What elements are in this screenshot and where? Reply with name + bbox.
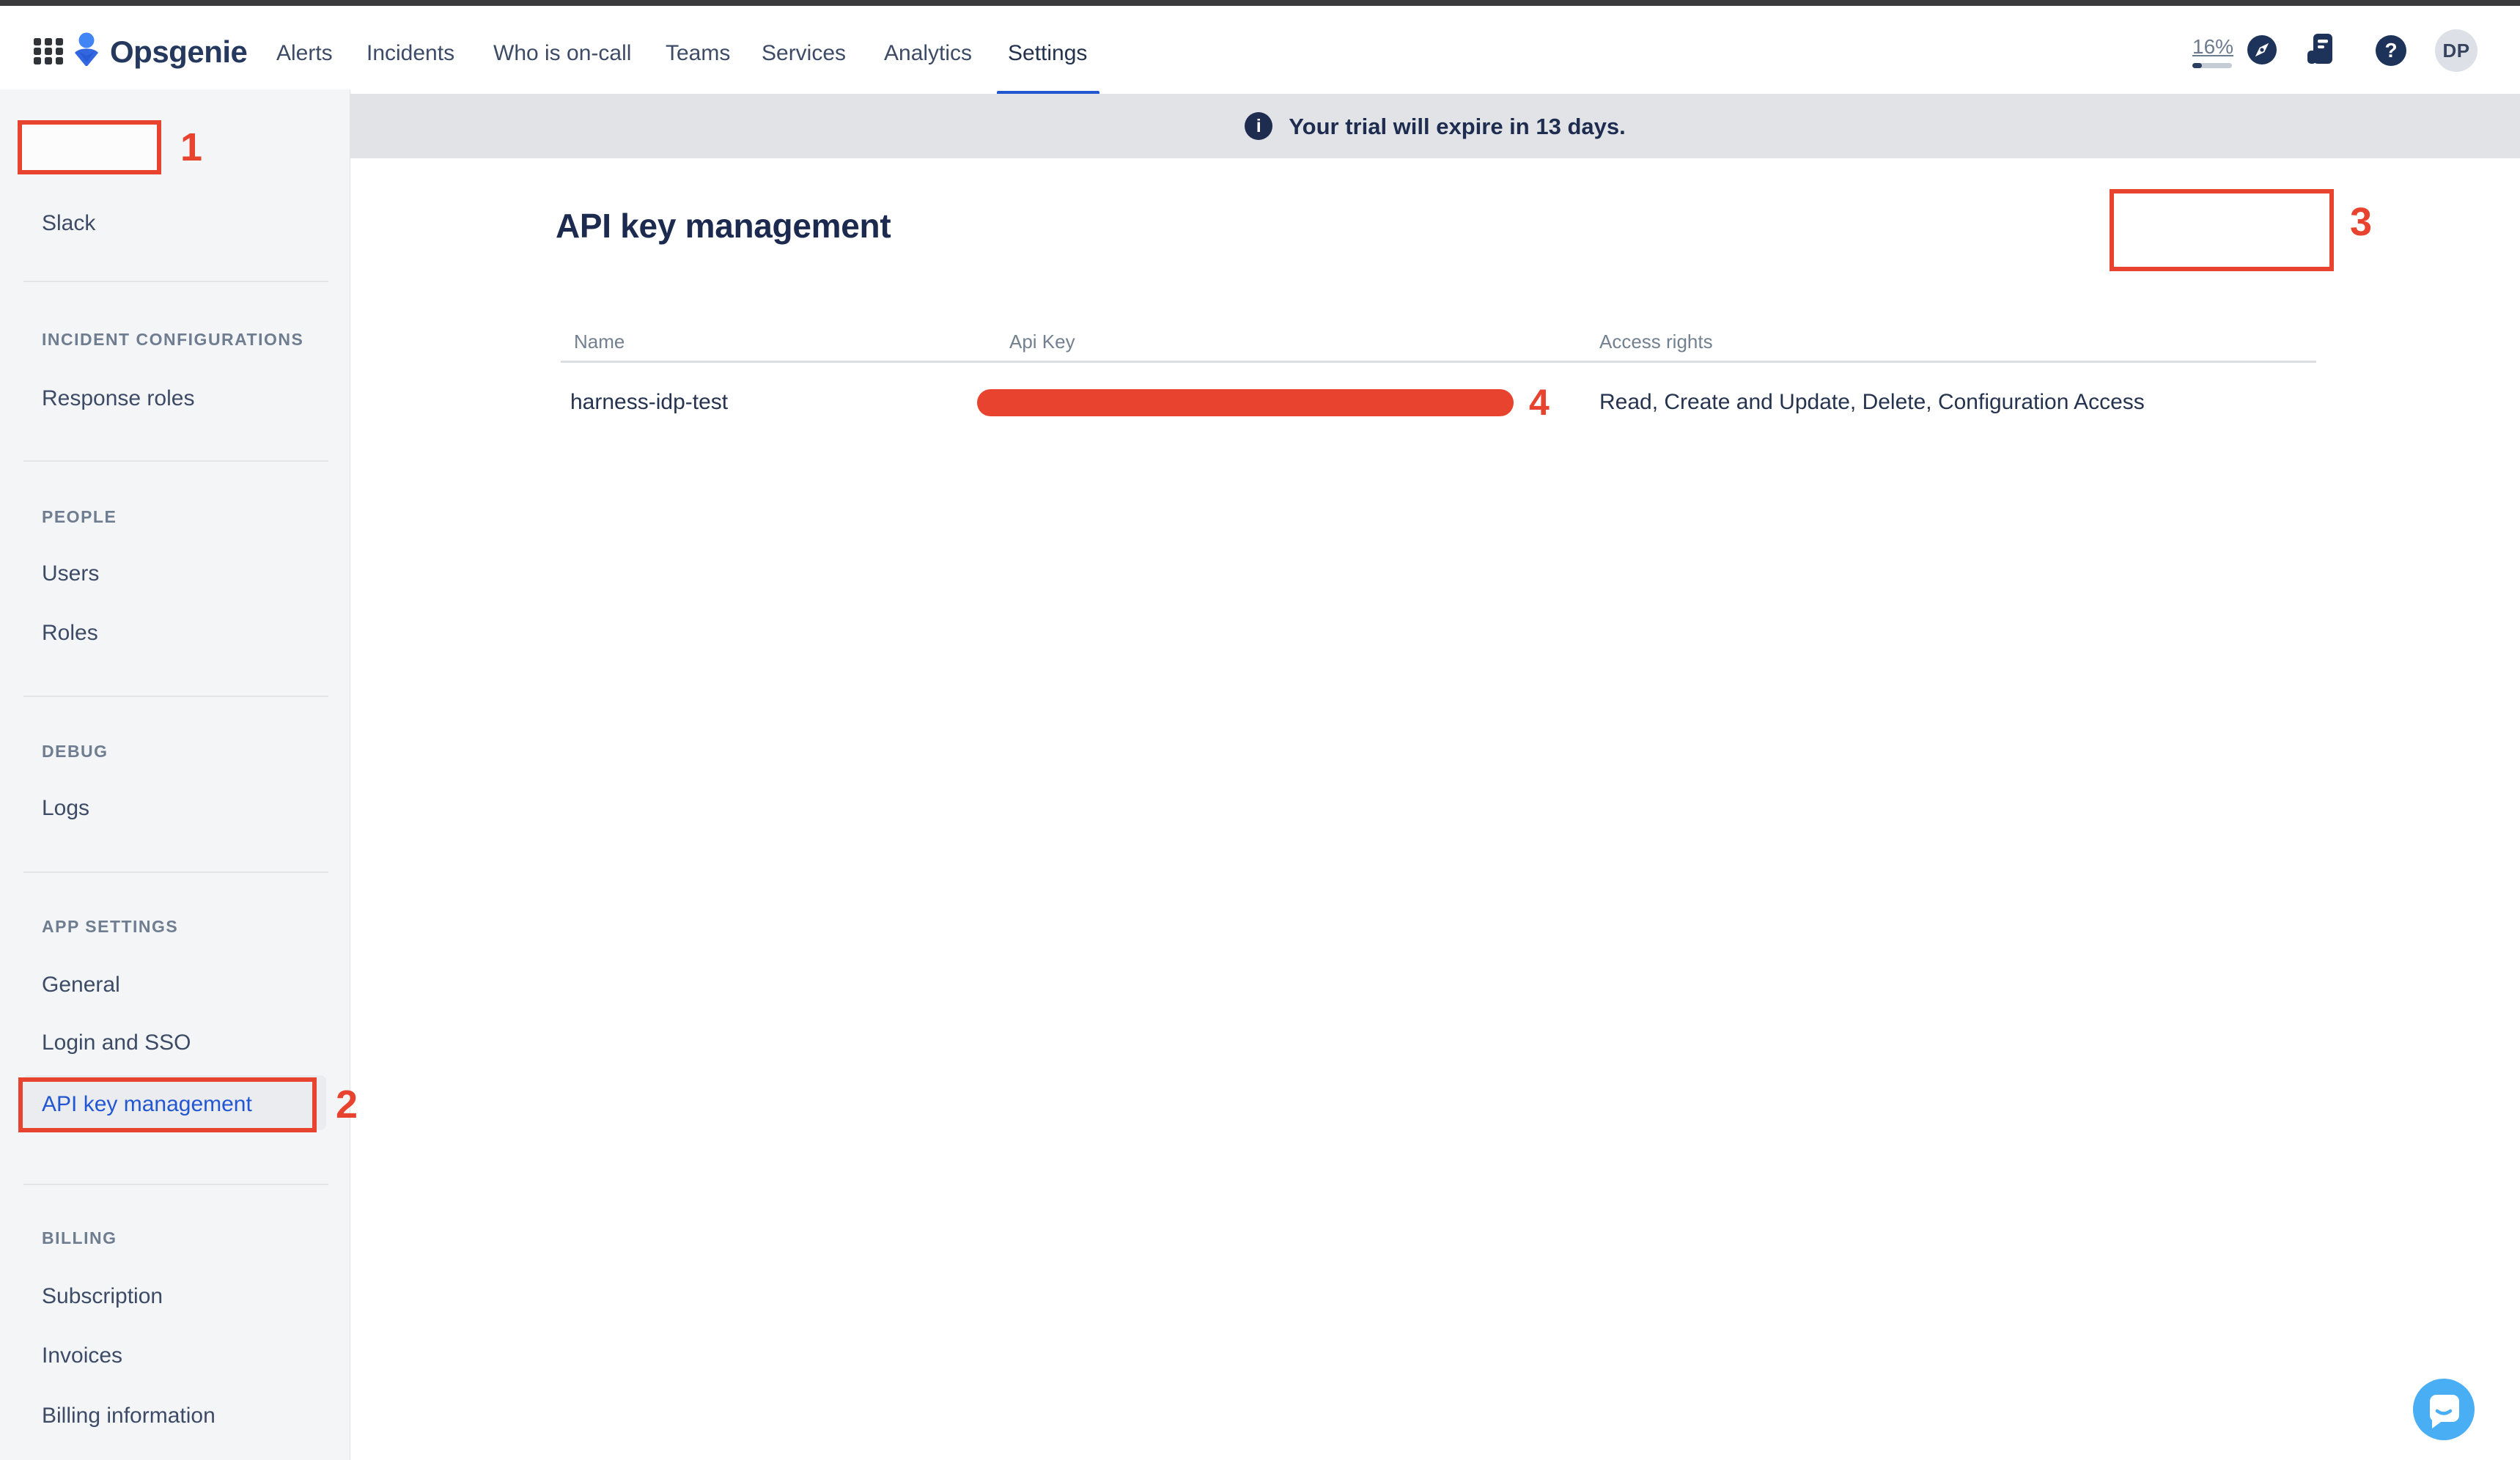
nav-item-teams[interactable]: Teams bbox=[666, 43, 730, 64]
api-key-redaction-bar bbox=[977, 389, 1514, 416]
help-icon[interactable]: ? bbox=[2376, 35, 2406, 66]
trial-usage-indicator[interactable]: 16% bbox=[2192, 37, 2236, 68]
nav-item-analytics[interactable]: Analytics bbox=[884, 43, 972, 64]
sidebar-item-billing-information[interactable]: Billing information bbox=[42, 1405, 215, 1427]
annotation-box-step2 bbox=[18, 1077, 317, 1132]
sidebar-item-slack[interactable]: Slack bbox=[42, 213, 95, 235]
nav-item-settings[interactable]: Settings bbox=[1008, 43, 1087, 64]
usage-progress-fill bbox=[2192, 63, 2202, 68]
annotation-number-4: 4 bbox=[1529, 384, 1550, 421]
sidebar-divider bbox=[23, 1184, 328, 1185]
settings-sidebar bbox=[0, 89, 350, 1460]
opsgenie-logo-text[interactable]: Opsgenie bbox=[110, 37, 247, 67]
sidebar-section-billing: BILLING bbox=[42, 1230, 117, 1247]
table-header-divider bbox=[561, 361, 2316, 363]
sidebar-item-general[interactable]: General bbox=[42, 974, 120, 996]
opsgenie-settings-page: Opsgenie Alerts Incidents Who is on-call… bbox=[0, 0, 2520, 1460]
app-switcher-grid-icon[interactable] bbox=[34, 38, 63, 64]
whats-new-changelog-icon[interactable] bbox=[2307, 34, 2332, 66]
sidebar-item-logs[interactable]: Logs bbox=[42, 797, 89, 819]
usage-progress-bar bbox=[2192, 63, 2232, 68]
usage-percent-label: 16% bbox=[2192, 35, 2233, 58]
sidebar-item-subscription[interactable]: Subscription bbox=[42, 1286, 163, 1308]
sidebar-divider bbox=[23, 281, 328, 282]
table-header-access-rights: Access rights bbox=[1599, 332, 1713, 351]
annotation-number-3: 3 bbox=[2350, 202, 2372, 242]
avatar-initials: DP bbox=[2442, 41, 2469, 60]
help-glyph: ? bbox=[2384, 40, 2397, 61]
nav-item-services[interactable]: Services bbox=[762, 43, 846, 64]
sidebar-section-incident-configurations: INCIDENT CONFIGURATIONS bbox=[42, 331, 303, 348]
user-avatar[interactable]: DP bbox=[2435, 29, 2477, 72]
sidebar-divider bbox=[23, 871, 328, 873]
window-chrome-strip bbox=[0, 0, 2520, 6]
page-title: API key management bbox=[556, 209, 891, 243]
info-icon: i bbox=[1245, 112, 1272, 140]
table-header-name: Name bbox=[574, 332, 625, 351]
top-navigation-bar: Opsgenie Alerts Incidents Who is on-call… bbox=[0, 6, 2520, 89]
sidebar-item-invoices[interactable]: Invoices bbox=[42, 1345, 122, 1367]
live-chat-bubble-button[interactable] bbox=[2413, 1379, 2475, 1440]
sidebar-item-login-and-sso[interactable]: Login and SSO bbox=[42, 1032, 191, 1054]
info-glyph: i bbox=[1256, 117, 1261, 136]
nav-item-alerts[interactable]: Alerts bbox=[276, 43, 333, 64]
api-key-row-name: harness-idp-test bbox=[570, 391, 728, 413]
sidebar-section-app-settings: APP SETTINGS bbox=[42, 918, 178, 935]
api-key-row-access-rights: Read, Create and Update, Delete, Configu… bbox=[1599, 391, 2145, 413]
explore-compass-icon[interactable] bbox=[2247, 35, 2277, 64]
annotation-number-2: 2 bbox=[336, 1085, 358, 1124]
sidebar-divider bbox=[23, 696, 328, 697]
sidebar-item-response-roles[interactable]: Response roles bbox=[42, 388, 194, 410]
trial-expiry-banner: i Your trial will expire in 13 days. bbox=[350, 94, 2520, 158]
sidebar-item-roles[interactable]: Roles bbox=[42, 622, 98, 644]
sidebar-section-debug: DEBUG bbox=[42, 743, 108, 760]
table-header-api-key: Api Key bbox=[1009, 332, 1075, 351]
nav-item-who-is-on-call[interactable]: Who is on-call bbox=[493, 43, 631, 64]
annotation-number-1: 1 bbox=[180, 128, 202, 167]
opsgenie-logo-icon[interactable] bbox=[73, 32, 100, 67]
sidebar-section-people: PEOPLE bbox=[42, 509, 117, 526]
trial-expiry-text: Your trial will expire in 13 days. bbox=[1289, 115, 1625, 138]
sidebar-divider bbox=[23, 460, 328, 462]
annotation-box-step3 bbox=[2110, 189, 2334, 271]
nav-item-incidents[interactable]: Incidents bbox=[366, 43, 454, 64]
sidebar-item-users[interactable]: Users bbox=[42, 563, 99, 585]
annotation-box-step1 bbox=[18, 120, 161, 174]
